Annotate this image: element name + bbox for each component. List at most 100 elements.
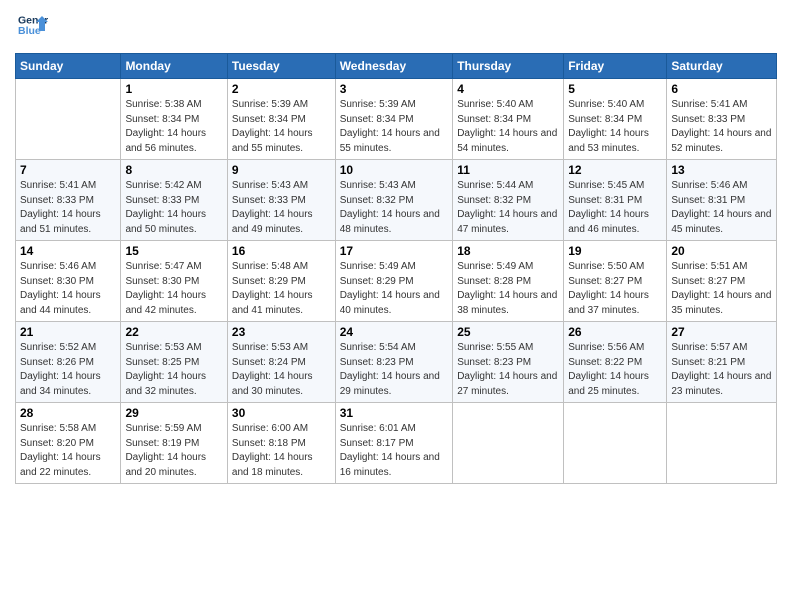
week-row-1: 1 Sunrise: 5:38 AMSunset: 8:34 PMDaylight…: [16, 79, 777, 160]
day-info: Sunrise: 5:39 AMSunset: 8:34 PMDaylight:…: [340, 99, 440, 154]
day-cell: 11Sunrise: 5:44 AMSunset: 8:32 PMDayligh…: [453, 160, 564, 241]
day-number: 12: [568, 163, 662, 177]
day-info: Sunrise: 5:47 AMSunset: 8:30 PMDaylight:…: [125, 261, 206, 316]
day-number: 22: [125, 325, 222, 339]
day-number: 5: [568, 82, 662, 96]
week-row-3: 14 Sunrise: 5:46 AMSunset: 8:30 PMDayligh…: [16, 241, 777, 322]
header-cell-friday: Friday: [564, 54, 667, 79]
day-number: 1: [125, 82, 222, 96]
day-cell: 7 Sunrise: 5:41 AMSunset: 8:33 PMDaylight…: [16, 160, 121, 241]
day-number: 9: [232, 163, 331, 177]
day-cell: 24 Sunrise: 5:54 AMSunset: 8:23 PMDayligh…: [335, 322, 453, 403]
day-info: Sunrise: 5:57 AMSunset: 8:21 PMDaylight:…: [671, 342, 771, 397]
day-number: 17: [340, 244, 449, 258]
day-info: Sunrise: 5:58 AMSunset: 8:20 PMDaylight:…: [20, 423, 101, 478]
header-row: SundayMondayTuesdayWednesdayThursdayFrid…: [16, 54, 777, 79]
day-number: 27: [671, 325, 772, 339]
logo-icon: General Blue: [18, 10, 48, 40]
day-cell: 19 Sunrise: 5:50 AMSunset: 8:27 PMDayligh…: [564, 241, 667, 322]
header-cell-tuesday: Tuesday: [227, 54, 335, 79]
day-info: Sunrise: 5:53 AMSunset: 8:25 PMDaylight:…: [125, 342, 206, 397]
header-cell-sunday: Sunday: [16, 54, 121, 79]
day-cell: [564, 403, 667, 484]
day-cell: 3 Sunrise: 5:39 AMSunset: 8:34 PMDaylight…: [335, 79, 453, 160]
day-info: Sunrise: 5:55 AMSunset: 8:23 PMDaylight:…: [457, 342, 557, 397]
day-number: 11: [457, 163, 559, 177]
day-cell: 27 Sunrise: 5:57 AMSunset: 8:21 PMDayligh…: [667, 322, 777, 403]
day-number: 29: [125, 406, 222, 420]
day-cell: 8 Sunrise: 5:42 AMSunset: 8:33 PMDaylight…: [121, 160, 227, 241]
day-cell: 23 Sunrise: 5:53 AMSunset: 8:24 PMDayligh…: [227, 322, 335, 403]
week-row-2: 7 Sunrise: 5:41 AMSunset: 8:33 PMDaylight…: [16, 160, 777, 241]
day-cell: 17Sunrise: 5:49 AMSunset: 8:29 PMDayligh…: [335, 241, 453, 322]
day-number: 19: [568, 244, 662, 258]
day-info: Sunrise: 5:50 AMSunset: 8:27 PMDaylight:…: [568, 261, 649, 316]
day-cell: 31 Sunrise: 6:01 AMSunset: 8:17 PMDayligh…: [335, 403, 453, 484]
day-info: Sunrise: 5:51 AMSunset: 8:27 PMDaylight:…: [671, 261, 771, 316]
day-cell: 10Sunrise: 5:43 AMSunset: 8:32 PMDayligh…: [335, 160, 453, 241]
day-number: 24: [340, 325, 449, 339]
day-cell: 6Sunrise: 5:41 AMSunset: 8:33 PMDaylight…: [667, 79, 777, 160]
header-cell-saturday: Saturday: [667, 54, 777, 79]
day-cell: 1 Sunrise: 5:38 AMSunset: 8:34 PMDaylight…: [121, 79, 227, 160]
day-number: 30: [232, 406, 331, 420]
day-cell: 13 Sunrise: 5:46 AMSunset: 8:31 PMDayligh…: [667, 160, 777, 241]
header: General Blue: [15, 10, 777, 45]
day-cell: 9Sunrise: 5:43 AMSunset: 8:33 PMDaylight…: [227, 160, 335, 241]
day-info: Sunrise: 5:39 AMSunset: 8:34 PMDaylight:…: [232, 99, 313, 154]
day-number: 18: [457, 244, 559, 258]
day-info: Sunrise: 6:00 AMSunset: 8:18 PMDaylight:…: [232, 423, 313, 478]
week-row-5: 28 Sunrise: 5:58 AMSunset: 8:20 PMDayligh…: [16, 403, 777, 484]
svg-text:Blue: Blue: [18, 25, 41, 37]
day-info: Sunrise: 5:46 AMSunset: 8:30 PMDaylight:…: [20, 261, 101, 316]
day-info: Sunrise: 5:54 AMSunset: 8:23 PMDaylight:…: [340, 342, 440, 397]
day-cell: 20 Sunrise: 5:51 AMSunset: 8:27 PMDayligh…: [667, 241, 777, 322]
day-number: 13: [671, 163, 772, 177]
header-cell-thursday: Thursday: [453, 54, 564, 79]
day-number: 8: [125, 163, 222, 177]
day-cell: 14 Sunrise: 5:46 AMSunset: 8:30 PMDayligh…: [16, 241, 121, 322]
day-cell: 5Sunrise: 5:40 AMSunset: 8:34 PMDaylight…: [564, 79, 667, 160]
day-cell: 26Sunrise: 5:56 AMSunset: 8:22 PMDayligh…: [564, 322, 667, 403]
day-info: Sunrise: 5:45 AMSunset: 8:31 PMDaylight:…: [568, 180, 649, 235]
week-row-4: 21 Sunrise: 5:52 AMSunset: 8:26 PMDayligh…: [16, 322, 777, 403]
day-cell: [667, 403, 777, 484]
day-info: Sunrise: 5:59 AMSunset: 8:19 PMDaylight:…: [125, 423, 206, 478]
day-number: 4: [457, 82, 559, 96]
day-number: 31: [340, 406, 449, 420]
day-cell: 4Sunrise: 5:40 AMSunset: 8:34 PMDaylight…: [453, 79, 564, 160]
day-cell: 29 Sunrise: 5:59 AMSunset: 8:19 PMDayligh…: [121, 403, 227, 484]
day-cell: 22 Sunrise: 5:53 AMSunset: 8:25 PMDayligh…: [121, 322, 227, 403]
day-number: 3: [340, 82, 449, 96]
calendar-table: SundayMondayTuesdayWednesdayThursdayFrid…: [15, 53, 777, 484]
day-number: 25: [457, 325, 559, 339]
page: General Blue SundayMondayTuesdayWednesda…: [0, 0, 792, 612]
day-cell: 18 Sunrise: 5:49 AMSunset: 8:28 PMDayligh…: [453, 241, 564, 322]
day-info: Sunrise: 5:49 AMSunset: 8:28 PMDaylight:…: [457, 261, 557, 316]
day-info: Sunrise: 5:43 AMSunset: 8:32 PMDaylight:…: [340, 180, 440, 235]
day-info: Sunrise: 5:38 AMSunset: 8:34 PMDaylight:…: [125, 99, 206, 154]
header-cell-monday: Monday: [121, 54, 227, 79]
day-cell: 25 Sunrise: 5:55 AMSunset: 8:23 PMDayligh…: [453, 322, 564, 403]
day-number: 7: [20, 163, 116, 177]
day-cell: 15Sunrise: 5:47 AMSunset: 8:30 PMDayligh…: [121, 241, 227, 322]
day-number: 16: [232, 244, 331, 258]
day-info: Sunrise: 5:42 AMSunset: 8:33 PMDaylight:…: [125, 180, 206, 235]
day-number: 28: [20, 406, 116, 420]
day-number: 23: [232, 325, 331, 339]
day-cell: [16, 79, 121, 160]
day-cell: 2 Sunrise: 5:39 AMSunset: 8:34 PMDaylight…: [227, 79, 335, 160]
day-cell: 21 Sunrise: 5:52 AMSunset: 8:26 PMDayligh…: [16, 322, 121, 403]
day-number: 21: [20, 325, 116, 339]
day-info: Sunrise: 5:41 AMSunset: 8:33 PMDaylight:…: [20, 180, 101, 235]
day-info: Sunrise: 5:52 AMSunset: 8:26 PMDaylight:…: [20, 342, 101, 397]
day-cell: 16Sunrise: 5:48 AMSunset: 8:29 PMDayligh…: [227, 241, 335, 322]
day-number: 20: [671, 244, 772, 258]
day-info: Sunrise: 5:46 AMSunset: 8:31 PMDaylight:…: [671, 180, 771, 235]
day-cell: [453, 403, 564, 484]
day-info: Sunrise: 5:53 AMSunset: 8:24 PMDaylight:…: [232, 342, 313, 397]
day-info: Sunrise: 5:41 AMSunset: 8:33 PMDaylight:…: [671, 99, 771, 154]
day-info: Sunrise: 6:01 AMSunset: 8:17 PMDaylight:…: [340, 423, 440, 478]
day-number: 14: [20, 244, 116, 258]
day-number: 2: [232, 82, 331, 96]
